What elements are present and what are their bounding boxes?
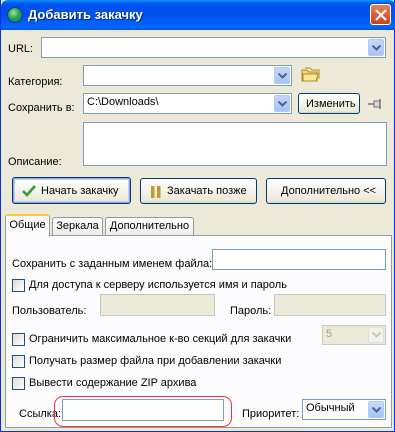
advanced-toggle-label: Дополнительно <<: [281, 185, 377, 197]
user-input[interactable]: [100, 294, 215, 316]
save-to-combobox[interactable]: C:\Downloads\: [83, 93, 292, 114]
save-to-dropdown-button[interactable]: [274, 95, 290, 112]
chevron-down-icon: [278, 100, 287, 107]
download-later-button[interactable]: Закачать позже: [140, 178, 257, 204]
pin-icon[interactable]: [367, 98, 383, 110]
tab-mirrors[interactable]: Зеркала: [52, 217, 103, 236]
tab-general[interactable]: Общие: [5, 214, 50, 236]
password-label: Пароль:: [230, 305, 272, 317]
change-folder-button[interactable]: Изменить: [298, 93, 360, 114]
start-download-label: Начать закачку: [41, 184, 119, 197]
get-size-label: Получать размер файла при добавлении зак…: [29, 355, 282, 367]
chevron-down-icon: [372, 332, 381, 338]
priority-value: Обычный: [306, 402, 355, 414]
category-dropdown-button[interactable]: [274, 67, 290, 84]
auth-checkbox-label: Для доступа к серверу используется имя и…: [29, 279, 287, 291]
download-later-label: Закачать позже: [167, 185, 247, 197]
checkmark-icon: [22, 185, 36, 197]
url-dropdown-button[interactable]: [368, 39, 384, 56]
globe-icon: [7, 7, 23, 23]
category-combobox[interactable]: [83, 65, 292, 86]
close-icon: [375, 9, 387, 21]
start-download-button[interactable]: Начать закачку: [12, 177, 131, 204]
sections-count-value: 5: [326, 328, 333, 340]
advanced-toggle-button[interactable]: Дополнительно <<: [266, 178, 386, 204]
zip-contents-label: Вывести содержание ZIP архива: [29, 377, 197, 389]
save-as-label: Сохранить с заданным именем файла:: [12, 258, 213, 270]
limit-sections-label: Ограничить максимальное к-во секций для …: [29, 333, 292, 345]
auth-checkbox[interactable]: [12, 279, 25, 292]
limit-sections-checkbox[interactable]: [12, 333, 25, 346]
url-label: URL:: [8, 43, 34, 55]
category-label: Категория:: [8, 76, 63, 88]
priority-select[interactable]: Обычный: [302, 399, 386, 420]
chevron-down-icon: [372, 44, 381, 51]
add-download-dialog: Добавить закачку URL: Категория: Сохрани…: [0, 0, 395, 432]
pause-icon: [151, 186, 161, 198]
close-button[interactable]: [370, 4, 391, 25]
title-bar[interactable]: Добавить закачку: [1, 0, 395, 30]
highlight-annotation: [54, 396, 232, 427]
priority-label: Приоритет:: [242, 408, 300, 420]
change-folder-label: Изменить: [306, 97, 356, 110]
save-as-input[interactable]: [212, 249, 386, 270]
save-to-value: C:\Downloads\: [87, 96, 159, 108]
priority-dropdown-button[interactable]: [368, 401, 384, 418]
description-label: Описание:: [8, 156, 62, 168]
get-size-checkbox[interactable]: [12, 355, 25, 368]
chevron-down-icon: [372, 406, 381, 413]
save-to-label: Сохранить в:: [8, 102, 75, 114]
url-combobox[interactable]: [41, 37, 386, 58]
chevron-down-icon: [278, 72, 287, 79]
zip-contents-checkbox[interactable]: [12, 377, 25, 390]
tab-advanced[interactable]: Дополнительно: [105, 217, 194, 236]
tab-advanced-label: Дополнительно: [109, 220, 190, 232]
user-label: Пользователь:: [12, 305, 87, 317]
tab-general-label: Общие: [9, 219, 46, 231]
description-textarea[interactable]: [83, 122, 387, 166]
category-folder-icon[interactable]: [301, 66, 320, 83]
sections-count-select[interactable]: 5: [322, 325, 386, 345]
password-input[interactable]: [274, 294, 386, 316]
sections-dropdown-button[interactable]: [368, 327, 384, 343]
tab-mirrors-label: Зеркала: [56, 220, 99, 232]
window-title: Добавить закачку: [28, 7, 143, 22]
